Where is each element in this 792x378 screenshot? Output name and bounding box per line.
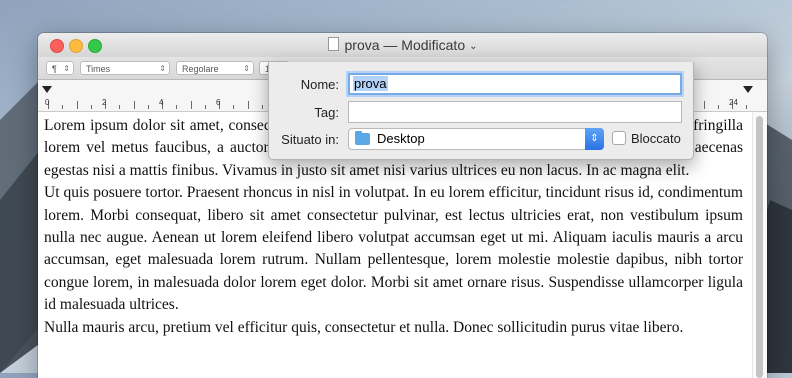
vertical-scrollbar[interactable] [752,112,767,378]
stepper-arrows-icon: ⇕ [585,128,604,150]
ruler-label: 6 [216,98,221,107]
ruler-tick [90,105,92,109]
ruler-tick [190,101,192,109]
ruler-label: 0 [45,98,50,107]
paragraph-2: Ut quis posuere tortor. Praesent rhoncus… [44,184,743,314]
paragraph-style-popup[interactable]: ¶ [46,61,74,76]
font-family-popup[interactable]: Times [80,61,170,76]
ruler-tick [76,101,78,109]
window-title-text: prova — Modificato [344,37,466,53]
ruler-tick [147,105,149,109]
ruler-tick [62,105,64,109]
save-sheet: Nome: prova Tag: Situato in: Desktop ⇕ B… [268,62,694,160]
name-field[interactable]: prova [348,73,682,95]
right-margin-marker-icon[interactable] [743,86,753,93]
location-label: Situato in: [281,132,339,147]
indent-marker-icon[interactable] [42,86,52,93]
ruler-label: 4 [159,98,164,107]
ruler-tick [703,101,705,109]
tags-field[interactable] [348,101,682,123]
locked-label: Bloccato [631,131,681,146]
ruler-label: 2 [102,98,107,107]
ruler-tick [133,101,135,109]
folder-icon [355,131,370,145]
ruler-tick [261,105,263,109]
tags-label: Tag: [314,105,339,120]
ruler-tick [746,105,748,109]
paragraph-3: Nulla mauris arcu, pretium vel efficitur… [44,318,684,336]
ruler-tick [717,105,719,109]
scroll-thumb[interactable] [756,116,763,378]
ruler-tick [247,101,249,109]
name-value: prova [353,76,388,91]
location-value: Desktop [377,131,425,146]
ruler-tick [176,105,178,109]
ruler-tick [204,105,206,109]
chevron-down-icon: ⌄ [469,41,478,52]
document-icon [327,37,339,51]
window-title[interactable]: prova — Modificato ⌄ [38,37,767,53]
location-popup[interactable]: Desktop ⇕ [348,128,604,150]
locked-checkbox[interactable] [612,131,626,145]
title-bar: prova — Modificato ⌄ [38,33,767,57]
ruler-label: 24 [729,98,738,107]
ruler-tick [233,105,235,109]
font-style-popup[interactable]: Regolare [176,61,254,76]
ruler-tick [119,105,121,109]
name-label: Nome: [300,77,339,92]
